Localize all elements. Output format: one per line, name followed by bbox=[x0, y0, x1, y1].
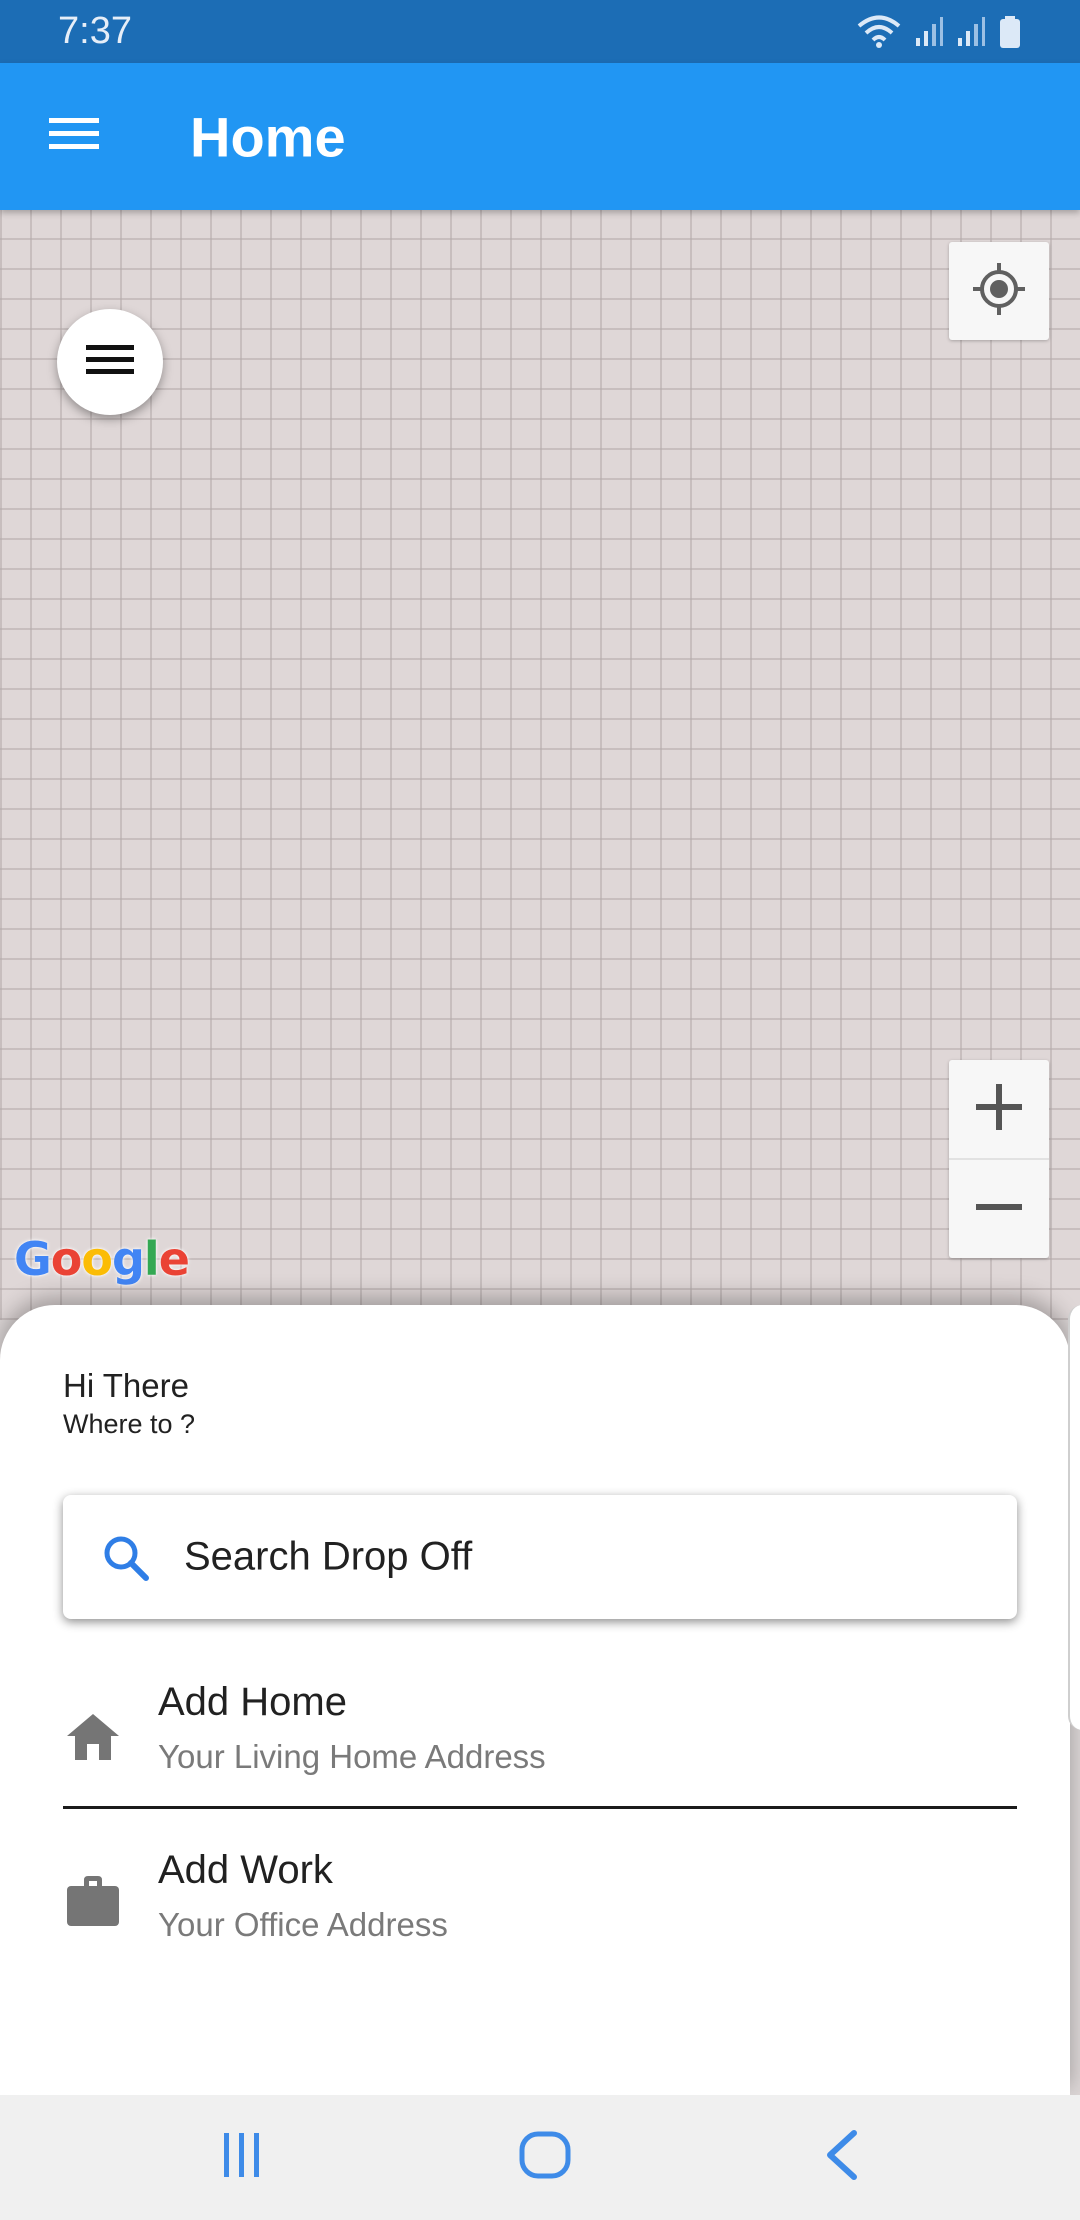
plus-icon bbox=[976, 1083, 1022, 1135]
place-subtitle: Your Office Address bbox=[158, 1906, 448, 1943]
place-title: Add Home bbox=[158, 1680, 347, 1724]
place-title: Add Work bbox=[158, 1848, 333, 1892]
map-view[interactable] bbox=[0, 210, 1080, 1320]
wifi-icon bbox=[856, 15, 902, 49]
add-work-item[interactable]: Add Work Your Office Address bbox=[63, 1848, 1017, 1978]
sheet-side-edge bbox=[1068, 1305, 1080, 1730]
page-title: Home bbox=[190, 105, 346, 168]
drawer-fab-button[interactable] bbox=[57, 309, 163, 415]
place-subtitle: Your Living Home Address bbox=[158, 1738, 546, 1775]
status-time: 7:37 bbox=[58, 10, 132, 52]
subgreeting-text: Where to ? bbox=[63, 1409, 196, 1439]
recents-button[interactable] bbox=[200, 2095, 284, 2220]
my-location-icon bbox=[971, 261, 1027, 322]
menu-button[interactable] bbox=[44, 107, 104, 167]
recents-icon bbox=[220, 2131, 264, 2184]
home-button[interactable] bbox=[500, 2095, 590, 2220]
google-attribution-logo: Google bbox=[14, 1232, 190, 1286]
back-button[interactable] bbox=[800, 2095, 884, 2220]
system-navigation-bar bbox=[0, 2095, 1080, 2220]
search-icon bbox=[101, 1533, 151, 1588]
zoom-out-button[interactable] bbox=[949, 1160, 1049, 1258]
briefcase-icon bbox=[65, 1876, 121, 1933]
home-button-icon bbox=[519, 2131, 571, 2184]
battery-icon bbox=[998, 15, 1022, 49]
home-icon bbox=[65, 1712, 121, 1767]
signal-icon bbox=[914, 16, 944, 48]
hamburger-menu-icon bbox=[86, 342, 134, 383]
zoom-in-button[interactable] bbox=[949, 1060, 1049, 1158]
search-label: Search Drop Off bbox=[184, 1534, 473, 1579]
minus-icon bbox=[976, 1184, 1022, 1235]
app-bar: Home bbox=[0, 63, 1080, 210]
search-drop-off-field[interactable]: Search Drop Off bbox=[63, 1495, 1017, 1619]
list-divider bbox=[63, 1806, 1017, 1809]
status-icons bbox=[856, 15, 1022, 49]
add-home-item[interactable]: Add Home Your Living Home Address bbox=[63, 1680, 1017, 1810]
zoom-controls bbox=[949, 1060, 1049, 1258]
signal-icon bbox=[956, 16, 986, 48]
my-location-button[interactable] bbox=[949, 242, 1049, 340]
hamburger-menu-icon bbox=[49, 116, 99, 157]
status-bar: 7:37 bbox=[0, 0, 1080, 63]
greeting-text: Hi There bbox=[63, 1367, 189, 1404]
back-icon bbox=[822, 2129, 862, 2186]
